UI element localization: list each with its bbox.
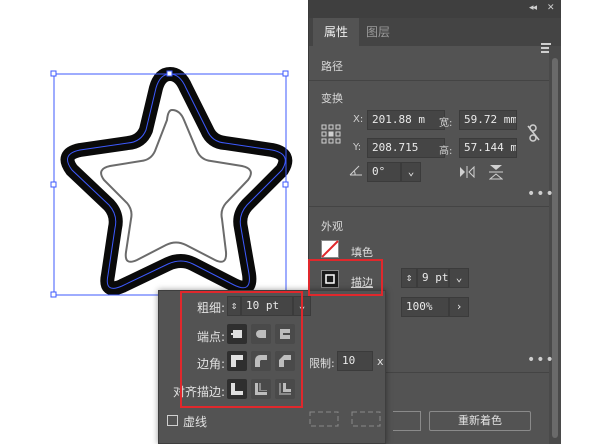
appearance-more-options-icon[interactable]: ••• bbox=[527, 353, 555, 367]
tab-properties[interactable]: 属性 bbox=[313, 18, 359, 46]
align-stroke-outside-icon bbox=[279, 383, 291, 395]
rotate-angle-icon bbox=[349, 165, 362, 176]
collapse-panel-button[interactable]: ◂◂ bbox=[529, 3, 537, 13]
weight-label: 粗细: bbox=[196, 301, 225, 315]
scrollbar-thumb[interactable] bbox=[552, 58, 558, 438]
chevron-down-icon: ⌄ bbox=[455, 271, 463, 284]
stroke-swatch-icon[interactable] bbox=[321, 270, 339, 288]
stroke-weight-stepper[interactable]: ⇕ bbox=[401, 268, 417, 288]
stroke-options-popup: 粗细: ⇕ 10 pt ⌄ 端点: 边角: 限制: 10 x 对齐描边: 虚线 bbox=[158, 290, 386, 444]
align-inside-button[interactable] bbox=[251, 379, 271, 399]
panel-header-bar: ◂◂ ✕ bbox=[309, 0, 561, 18]
fill-label: 填色 bbox=[351, 246, 373, 259]
align-center-button[interactable] bbox=[227, 379, 247, 399]
align-stroke-center-icon bbox=[231, 383, 243, 395]
round-join-button[interactable] bbox=[251, 351, 271, 371]
projecting-cap-button[interactable] bbox=[275, 324, 295, 344]
align-stroke-inside-icon bbox=[255, 383, 267, 395]
stepper-arrows-icon: ⇕ bbox=[230, 299, 238, 312]
butt-cap-button[interactable] bbox=[227, 324, 247, 344]
panel-tabs: 属性 图层 bbox=[309, 18, 561, 53]
round-cap-icon bbox=[256, 330, 266, 338]
dash-preserve-icon[interactable] bbox=[309, 411, 339, 427]
flip-vertical-icon[interactable] bbox=[489, 164, 503, 180]
fill-swatch-none-icon[interactable] bbox=[321, 240, 339, 258]
tab-layers[interactable]: 图层 bbox=[359, 18, 397, 46]
align-stroke-label: 对齐描边: bbox=[172, 385, 225, 399]
star-inner-stroke[interactable] bbox=[100, 108, 252, 263]
dashed-line-checkbox[interactable] bbox=[167, 415, 178, 426]
round-cap-button[interactable] bbox=[251, 324, 271, 344]
miter-join-button[interactable] bbox=[227, 351, 247, 371]
weight-stepper[interactable]: ⇕ bbox=[227, 296, 241, 316]
path-section-title: 路径 bbox=[321, 60, 343, 73]
miter-limit-unit: x bbox=[377, 355, 384, 368]
weight-field[interactable]: 10 pt bbox=[241, 296, 293, 316]
close-panel-button[interactable]: ✕ bbox=[547, 3, 554, 13]
partial-button[interactable] bbox=[393, 411, 421, 431]
height-field[interactable]: 57.144 m bbox=[459, 138, 517, 158]
height-label: 高: bbox=[439, 146, 453, 157]
projecting-cap-icon bbox=[280, 329, 290, 339]
x-position-field[interactable]: 201.88 m bbox=[367, 110, 445, 130]
stroke-weight-field[interactable]: 9 pt bbox=[417, 268, 449, 288]
miter-limit-field[interactable]: 10 bbox=[337, 351, 373, 371]
transform-more-options-icon[interactable]: ••• bbox=[527, 187, 555, 201]
reference-point-icon[interactable] bbox=[321, 124, 341, 144]
constrain-proportions-icon[interactable] bbox=[527, 124, 541, 142]
corner-label: 边角: bbox=[196, 357, 225, 371]
miter-join-icon bbox=[231, 355, 243, 367]
width-label: 宽: bbox=[439, 118, 453, 129]
chevron-down-icon: ⌄ bbox=[407, 165, 415, 178]
stroke-label-link[interactable]: 描边 bbox=[351, 274, 373, 290]
appearance-section-title: 外观 bbox=[321, 220, 343, 233]
round-join-icon bbox=[255, 355, 267, 367]
width-field[interactable]: 59.72 mm bbox=[459, 110, 517, 130]
section-divider bbox=[309, 206, 549, 207]
flip-horizontal-icon[interactable] bbox=[459, 166, 475, 178]
transform-section-title: 变换 bbox=[321, 92, 343, 105]
recolor-button[interactable]: 重新着色 bbox=[429, 411, 531, 431]
star-outer-stroke[interactable] bbox=[60, 67, 293, 296]
x-label: X: bbox=[353, 114, 364, 125]
panel-scrollbar[interactable] bbox=[549, 46, 561, 444]
stroke-weight-dropdown[interactable]: ⌄ bbox=[449, 268, 469, 288]
rotation-dropdown[interactable]: ⌄ bbox=[401, 162, 421, 182]
y-label: Y: bbox=[353, 142, 362, 153]
chevron-down-icon: ⌄ bbox=[298, 299, 306, 312]
y-position-field[interactable]: 208.715 bbox=[367, 138, 445, 158]
cap-label: 端点: bbox=[196, 330, 225, 344]
align-outside-button[interactable] bbox=[275, 379, 295, 399]
section-divider bbox=[309, 80, 549, 81]
miter-limit-label: 限制: bbox=[309, 357, 335, 370]
weight-dropdown[interactable]: ⌄ bbox=[293, 296, 311, 316]
butt-cap-icon bbox=[231, 330, 242, 338]
opacity-expand-button[interactable]: › bbox=[449, 297, 469, 317]
chevron-right-icon: › bbox=[455, 300, 463, 313]
dashed-line-label: 虚线 bbox=[183, 415, 208, 429]
opacity-field[interactable]: 100% bbox=[401, 297, 449, 317]
bevel-join-icon bbox=[279, 355, 291, 367]
bevel-join-button[interactable] bbox=[275, 351, 295, 371]
dash-align-icon[interactable] bbox=[351, 411, 381, 427]
stepper-arrows-icon: ⇕ bbox=[405, 271, 413, 284]
rotation-field[interactable]: 0° bbox=[367, 162, 401, 182]
